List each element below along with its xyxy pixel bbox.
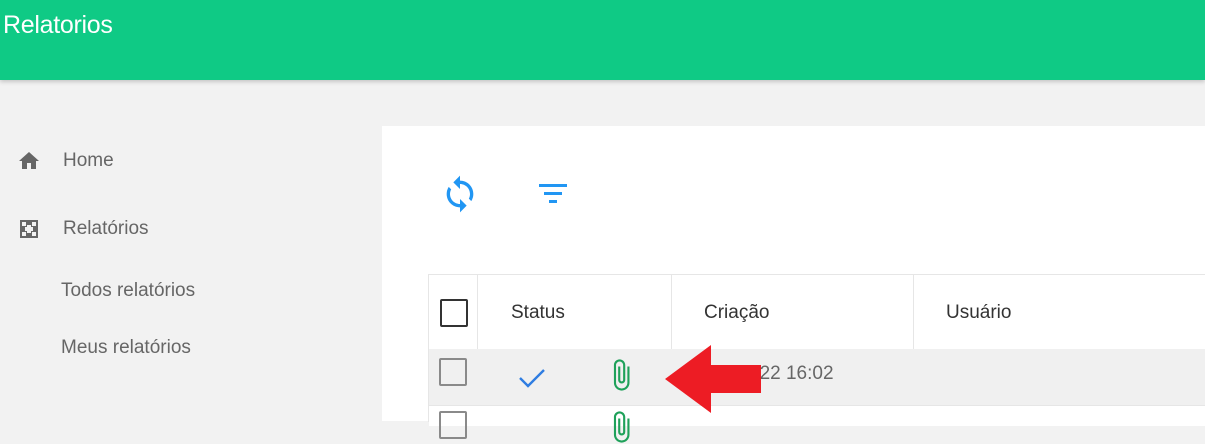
- home-icon: [19, 152, 39, 169]
- select-all-checkbox[interactable]: [440, 299, 468, 327]
- sidebar-item-label: Relatórios: [63, 218, 149, 239]
- sidebar-item-label: Home: [63, 150, 114, 171]
- column-header-usuario[interactable]: Usuário: [946, 302, 1011, 324]
- column-divider: [671, 275, 672, 349]
- reports-icon: [20, 220, 38, 238]
- attachment-icon[interactable]: [604, 358, 638, 392]
- column-header-status[interactable]: Status: [511, 302, 565, 324]
- column-divider: [913, 275, 914, 349]
- refresh-button[interactable]: [440, 174, 480, 214]
- attachment-icon[interactable]: [604, 410, 638, 444]
- app-title: Relatorios: [3, 11, 113, 39]
- filter-button[interactable]: [533, 174, 573, 214]
- created-date: 022 16:02: [749, 363, 834, 384]
- refresh-icon: [446, 175, 474, 213]
- table-row[interactable]: [429, 405, 1205, 443]
- check-icon: [519, 369, 545, 388]
- reports-table: Status Criação Usuário 022 16:02: [428, 274, 1205, 443]
- sidebar-subitem-todos-relatorios[interactable]: Todos relatórios: [61, 280, 195, 302]
- column-header-criacao[interactable]: Criação: [704, 302, 769, 324]
- reports-panel: Status Criação Usuário 022 16:02: [382, 126, 1205, 443]
- app-header: Relatorios: [0, 0, 1205, 80]
- row-checkbox[interactable]: [439, 358, 467, 386]
- table-row[interactable]: 022 16:02: [429, 349, 1205, 405]
- sidebar-item-relatorios[interactable]: Relatórios: [17, 217, 177, 241]
- red-arrow-icon: [665, 345, 761, 413]
- sidebar-subitem-meus-relatorios[interactable]: Meus relatórios: [61, 337, 191, 359]
- row-checkbox[interactable]: [439, 411, 467, 439]
- table-header-row: Status Criação Usuário: [429, 275, 1205, 349]
- filter-icon: [539, 184, 567, 203]
- column-divider: [477, 275, 478, 349]
- sidebar-item-home[interactable]: Home: [17, 149, 137, 173]
